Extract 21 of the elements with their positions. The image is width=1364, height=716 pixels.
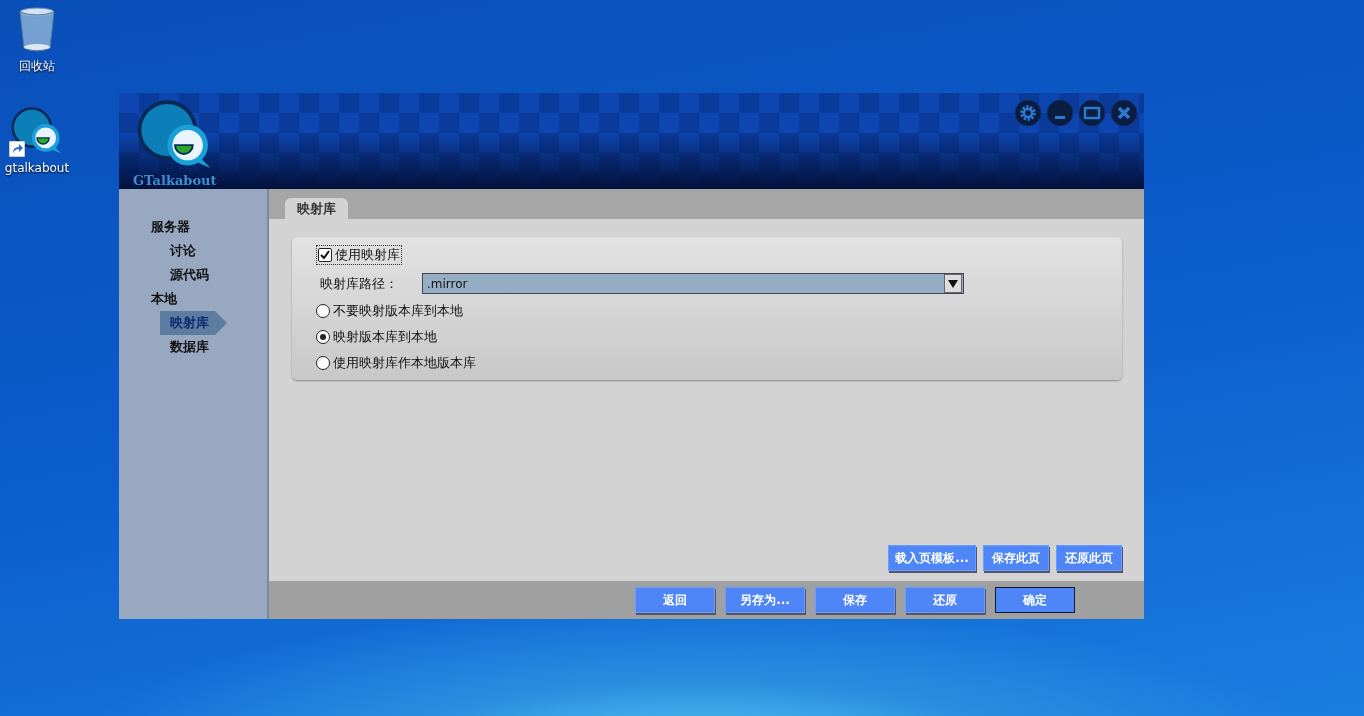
- desktop-icon-label[interactable]: gtalkabout: [4, 161, 70, 175]
- tab[interactable]: 映射库: [285, 198, 348, 219]
- path-dropdown[interactable]: .mirror: [422, 273, 964, 294]
- close-icon[interactable]: [1110, 99, 1138, 127]
- recycle-bin-icon[interactable]: [17, 6, 57, 54]
- sidebar-item[interactable]: 讨论: [160, 239, 196, 263]
- sidebar-item[interactable]: 数据库: [160, 335, 209, 359]
- radio-option[interactable]: 使用映射库作本地版本库: [316, 354, 476, 372]
- shortcut-icon[interactable]: [11, 105, 63, 157]
- logo-text: GTalkabout: [133, 173, 217, 188]
- use-mirror-checkbox[interactable]: 使用映射库: [316, 245, 402, 265]
- minimize-icon[interactable]: [1046, 99, 1074, 127]
- sidebar-item[interactable]: 源代码: [160, 263, 209, 287]
- desktop-icon-label[interactable]: 回收站: [19, 58, 55, 75]
- radio-option[interactable]: 映射版本库到本地: [316, 328, 437, 346]
- sidebar-item[interactable]: 服务器: [119, 215, 267, 239]
- sidebar-item[interactable]: 本地: [119, 287, 267, 311]
- maximize-icon[interactable]: [1078, 99, 1106, 127]
- radio-option[interactable]: 不要映射版本库到本地: [316, 302, 463, 320]
- settings-icon[interactable]: [1014, 99, 1042, 127]
- path-label: 映射库路径：: [320, 274, 398, 293]
